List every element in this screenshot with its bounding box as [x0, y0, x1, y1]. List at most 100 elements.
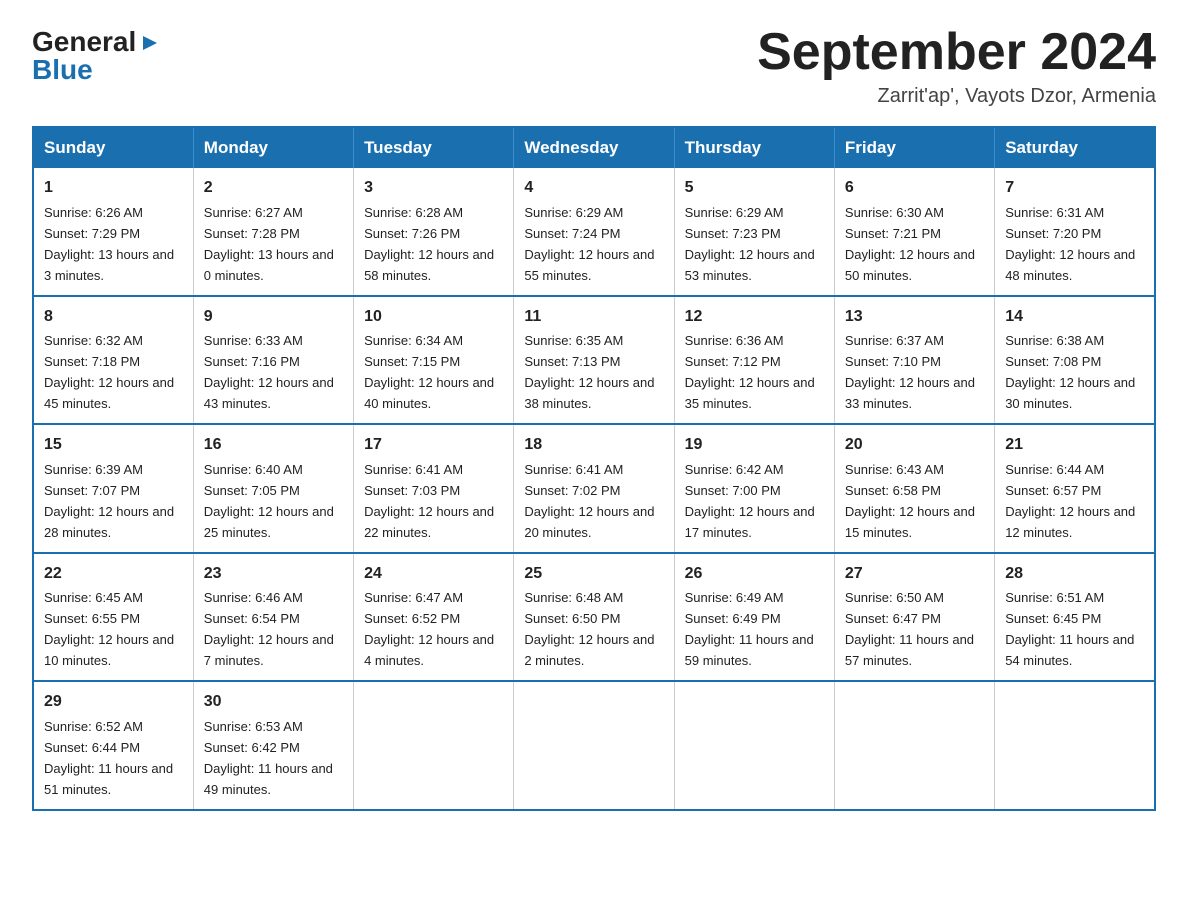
day-number: 18 [524, 433, 663, 458]
day-info: Sunrise: 6:37 AMSunset: 7:10 PMDaylight:… [845, 333, 975, 411]
weekday-header-monday: Monday [193, 127, 353, 168]
day-info: Sunrise: 6:48 AMSunset: 6:50 PMDaylight:… [524, 590, 654, 668]
day-info: Sunrise: 6:45 AMSunset: 6:55 PMDaylight:… [44, 590, 174, 668]
calendar-cell [834, 681, 994, 809]
calendar-cell: 27 Sunrise: 6:50 AMSunset: 6:47 PMDayligh… [834, 553, 994, 681]
calendar-cell: 19Sunrise: 6:42 AMSunset: 7:00 PMDayligh… [674, 424, 834, 552]
calendar-week-row: 1 Sunrise: 6:26 AMSunset: 7:29 PMDaylight… [33, 168, 1155, 295]
calendar-cell: 29 Sunrise: 6:52 AMSunset: 6:44 PMDayligh… [33, 681, 193, 809]
day-info: Sunrise: 6:30 AMSunset: 7:21 PMDaylight:… [845, 205, 975, 283]
day-info: Sunrise: 6:33 AMSunset: 7:16 PMDaylight:… [204, 333, 334, 411]
weekday-header-sunday: Sunday [33, 127, 193, 168]
day-number: 19 [685, 433, 824, 458]
calendar-week-row: 15 Sunrise: 6:39 AMSunset: 7:07 PMDayligh… [33, 424, 1155, 552]
calendar-cell: 12 Sunrise: 6:36 AMSunset: 7:12 PMDayligh… [674, 296, 834, 424]
weekday-header-friday: Friday [834, 127, 994, 168]
calendar-cell: 15 Sunrise: 6:39 AMSunset: 7:07 PMDayligh… [33, 424, 193, 552]
day-info: Sunrise: 6:27 AMSunset: 7:28 PMDaylight:… [204, 205, 334, 283]
day-number: 28 [1005, 562, 1144, 587]
calendar-cell: 10 Sunrise: 6:34 AMSunset: 7:15 PMDayligh… [354, 296, 514, 424]
calendar-cell: 4 Sunrise: 6:29 AMSunset: 7:24 PMDaylight… [514, 168, 674, 295]
calendar-cell: 7 Sunrise: 6:31 AMSunset: 7:20 PMDaylight… [995, 168, 1155, 295]
day-number: 25 [524, 562, 663, 587]
calendar-cell: 20 Sunrise: 6:43 AMSunset: 6:58 PMDayligh… [834, 424, 994, 552]
day-info: Sunrise: 6:28 AMSunset: 7:26 PMDaylight:… [364, 205, 494, 283]
day-number: 15 [44, 433, 183, 458]
day-info: Sunrise: 6:38 AMSunset: 7:08 PMDaylight:… [1005, 333, 1135, 411]
weekday-header-thursday: Thursday [674, 127, 834, 168]
day-number: 12 [685, 305, 824, 330]
logo-blue: Blue [32, 56, 93, 84]
calendar-cell: 26Sunrise: 6:49 AMSunset: 6:49 PMDayligh… [674, 553, 834, 681]
day-number: 7 [1005, 176, 1144, 201]
calendar-cell: 22 Sunrise: 6:45 AMSunset: 6:55 PMDayligh… [33, 553, 193, 681]
weekday-header-row: SundayMondayTuesdayWednesdayThursdayFrid… [33, 127, 1155, 168]
calendar-cell: 5 Sunrise: 6:29 AMSunset: 7:23 PMDaylight… [674, 168, 834, 295]
day-number: 29 [44, 690, 183, 715]
logo: General Blue [32, 28, 161, 84]
calendar-cell: 8 Sunrise: 6:32 AMSunset: 7:18 PMDaylight… [33, 296, 193, 424]
day-info: Sunrise: 6:40 AMSunset: 7:05 PMDaylight:… [204, 462, 334, 540]
calendar-cell: 1 Sunrise: 6:26 AMSunset: 7:29 PMDaylight… [33, 168, 193, 295]
calendar-cell [674, 681, 834, 809]
calendar-cell [354, 681, 514, 809]
day-info: Sunrise: 6:51 AMSunset: 6:45 PMDaylight:… [1005, 590, 1134, 668]
day-number: 21 [1005, 433, 1144, 458]
day-info: Sunrise: 6:35 AMSunset: 7:13 PMDaylight:… [524, 333, 654, 411]
logo-general: General [32, 28, 136, 56]
day-info: Sunrise: 6:34 AMSunset: 7:15 PMDaylight:… [364, 333, 494, 411]
calendar-cell: 16 Sunrise: 6:40 AMSunset: 7:05 PMDayligh… [193, 424, 353, 552]
day-info: Sunrise: 6:26 AMSunset: 7:29 PMDaylight:… [44, 205, 174, 283]
day-info: Sunrise: 6:52 AMSunset: 6:44 PMDaylight:… [44, 719, 173, 797]
day-info: Sunrise: 6:53 AMSunset: 6:42 PMDaylight:… [204, 719, 333, 797]
day-number: 16 [204, 433, 343, 458]
day-number: 2 [204, 176, 343, 201]
day-info: Sunrise: 6:32 AMSunset: 7:18 PMDaylight:… [44, 333, 174, 411]
day-number: 14 [1005, 305, 1144, 330]
day-info: Sunrise: 6:47 AMSunset: 6:52 PMDaylight:… [364, 590, 494, 668]
day-number: 1 [44, 176, 183, 201]
day-number: 20 [845, 433, 984, 458]
day-info: Sunrise: 6:36 AMSunset: 7:12 PMDaylight:… [685, 333, 815, 411]
day-info: Sunrise: 6:41 AMSunset: 7:03 PMDaylight:… [364, 462, 494, 540]
weekday-header-saturday: Saturday [995, 127, 1155, 168]
day-info: Sunrise: 6:41 AMSunset: 7:02 PMDaylight:… [524, 462, 654, 540]
calendar-cell: 9 Sunrise: 6:33 AMSunset: 7:16 PMDaylight… [193, 296, 353, 424]
day-number: 5 [685, 176, 824, 201]
day-info: Sunrise: 6:50 AMSunset: 6:47 PMDaylight:… [845, 590, 974, 668]
day-number: 9 [204, 305, 343, 330]
calendar-cell: 24 Sunrise: 6:47 AMSunset: 6:52 PMDayligh… [354, 553, 514, 681]
calendar-cell: 21 Sunrise: 6:44 AMSunset: 6:57 PMDayligh… [995, 424, 1155, 552]
title-block: September 2024 Zarrit'ap', Vayots Dzor, … [757, 24, 1156, 108]
day-number: 3 [364, 176, 503, 201]
day-number: 22 [44, 562, 183, 587]
calendar-cell: 17Sunrise: 6:41 AMSunset: 7:03 PMDayligh… [354, 424, 514, 552]
day-info: Sunrise: 6:31 AMSunset: 7:20 PMDaylight:… [1005, 205, 1135, 283]
day-number: 30 [204, 690, 343, 715]
day-number: 8 [44, 305, 183, 330]
day-number: 26 [685, 562, 824, 587]
day-number: 10 [364, 305, 503, 330]
day-info: Sunrise: 6:29 AMSunset: 7:23 PMDaylight:… [685, 205, 815, 283]
calendar-cell: 14 Sunrise: 6:38 AMSunset: 7:08 PMDayligh… [995, 296, 1155, 424]
calendar-week-row: 8 Sunrise: 6:32 AMSunset: 7:18 PMDaylight… [33, 296, 1155, 424]
day-number: 27 [845, 562, 984, 587]
day-number: 24 [364, 562, 503, 587]
calendar-cell [514, 681, 674, 809]
calendar-cell: 18 Sunrise: 6:41 AMSunset: 7:02 PMDayligh… [514, 424, 674, 552]
calendar-cell [995, 681, 1155, 809]
weekday-header-wednesday: Wednesday [514, 127, 674, 168]
day-info: Sunrise: 6:43 AMSunset: 6:58 PMDaylight:… [845, 462, 975, 540]
day-number: 4 [524, 176, 663, 201]
day-info: Sunrise: 6:39 AMSunset: 7:07 PMDaylight:… [44, 462, 174, 540]
calendar-cell: 13Sunrise: 6:37 AMSunset: 7:10 PMDayligh… [834, 296, 994, 424]
calendar-week-row: 22 Sunrise: 6:45 AMSunset: 6:55 PMDayligh… [33, 553, 1155, 681]
day-info: Sunrise: 6:29 AMSunset: 7:24 PMDaylight:… [524, 205, 654, 283]
calendar-cell: 6Sunrise: 6:30 AMSunset: 7:21 PMDaylight… [834, 168, 994, 295]
day-number: 23 [204, 562, 343, 587]
calendar-cell: 28 Sunrise: 6:51 AMSunset: 6:45 PMDayligh… [995, 553, 1155, 681]
calendar-cell: 2 Sunrise: 6:27 AMSunset: 7:28 PMDaylight… [193, 168, 353, 295]
page-header: General Blue September 2024 Zarrit'ap', … [32, 24, 1156, 108]
calendar-cell: 30 Sunrise: 6:53 AMSunset: 6:42 PMDayligh… [193, 681, 353, 809]
day-info: Sunrise: 6:44 AMSunset: 6:57 PMDaylight:… [1005, 462, 1135, 540]
